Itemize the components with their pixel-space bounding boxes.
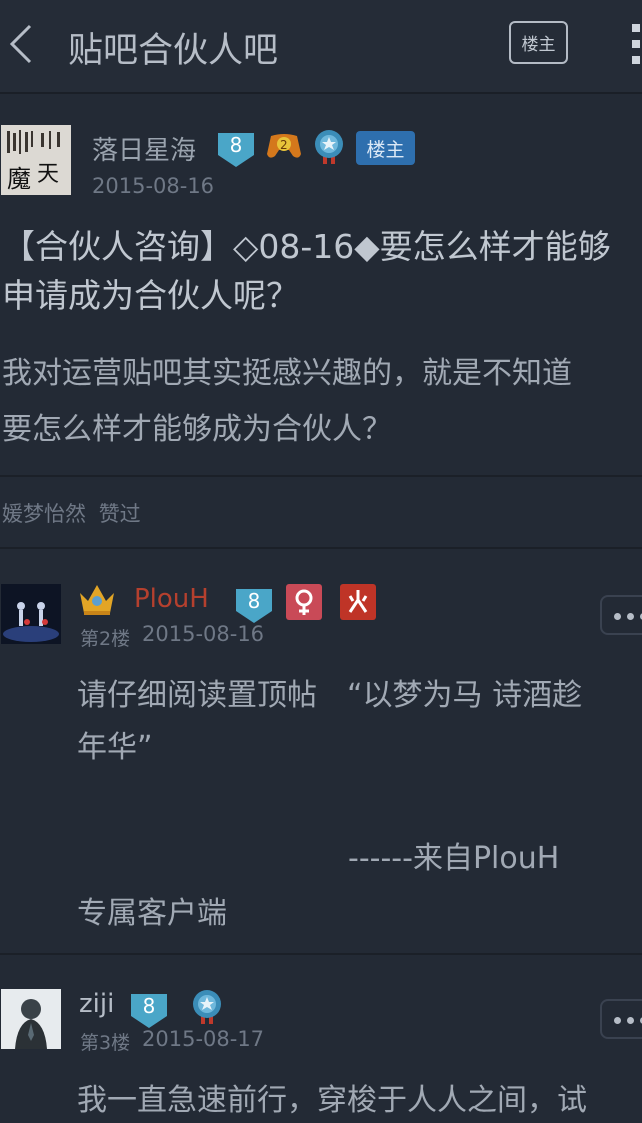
reply-avatar[interactable]	[1, 584, 61, 644]
floor-number: 第2楼	[80, 628, 131, 650]
reply-date: 2015-08-17	[142, 1027, 265, 1051]
female-icon	[286, 584, 322, 620]
post-title: 【合伙人咨询】◇08-16◆要怎么样才能够 申请成为合伙人呢？	[2, 227, 611, 315]
reply-signature: ------来自PlouH	[348, 841, 560, 876]
reply-username[interactable]: ziji	[79, 989, 114, 1019]
liked-suffix: 赞过	[98, 502, 141, 526]
level-badge: 8	[234, 585, 274, 625]
gamepad-medal-icon: 2	[267, 134, 301, 158]
floor-number: 第3楼	[80, 1032, 131, 1054]
reply-content-line: 我一直急速前行，穿梭于人人之间，试	[77, 1083, 587, 1118]
divider	[0, 953, 642, 955]
blue-medal-icon	[315, 130, 343, 164]
divider	[0, 547, 642, 549]
reply-content-line: 年华”	[77, 730, 153, 765]
op-username[interactable]: 落日星海	[92, 130, 196, 167]
op-date: 2015-08-16	[92, 174, 215, 198]
back-arrow-icon[interactable]	[4, 20, 40, 68]
level-badge: 8	[129, 990, 169, 1030]
reply-avatar[interactable]	[1, 989, 61, 1049]
crown-icon	[80, 585, 114, 615]
svg-text:2: 2	[280, 138, 288, 152]
svg-text:天: 天	[37, 162, 59, 187]
op-avatar[interactable]: 魔 天	[1, 125, 71, 195]
top-nav-bar: 贴吧合伙人吧 楼主	[0, 0, 642, 94]
reply-content-line: 请仔细阅读置顶帖 “以梦为马 诗酒趁	[77, 678, 583, 713]
reply-content-line: 专属客户端	[77, 896, 227, 931]
reply-username[interactable]: PlouH	[134, 584, 209, 614]
liked-by-row: 媛梦怡然 赞过	[2, 498, 141, 528]
level-badge: 8	[216, 129, 256, 169]
reply-more-button[interactable]	[600, 999, 642, 1039]
post-body: 我对运营贴吧其实挺感兴趣的，就是不知道 要怎么样才能够成为合伙人？	[2, 356, 572, 447]
more-menu-icon[interactable]	[632, 24, 642, 68]
owner-tag: 楼主	[356, 131, 415, 165]
reply-date: 2015-08-16	[142, 622, 265, 646]
blue-medal-icon	[193, 990, 221, 1024]
owner-only-button[interactable]: 楼主	[509, 21, 568, 64]
fire-icon	[340, 584, 376, 620]
divider	[0, 475, 642, 477]
liked-by-user[interactable]: 媛梦怡然	[2, 502, 86, 526]
svg-text:魔: 魔	[7, 165, 31, 193]
page-title: 贴吧合伙人吧	[68, 31, 279, 71]
reply-more-button[interactable]	[600, 595, 642, 635]
